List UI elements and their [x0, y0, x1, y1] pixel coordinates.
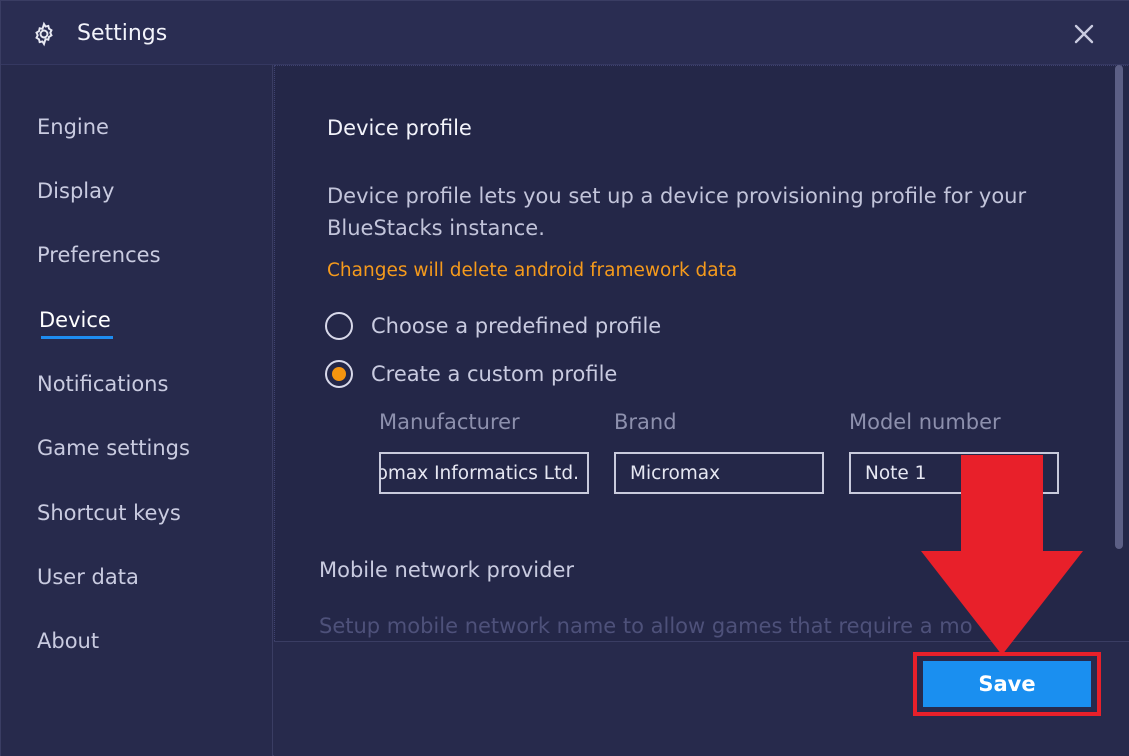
sidebar-item-device[interactable]: Device — [39, 308, 113, 339]
device-profile-description: Device profile lets you set up a device … — [327, 184, 1027, 240]
settings-content: Device profile Device profile lets you s… — [274, 65, 1129, 641]
settings-window: Settings Engine Display Preferences Devi… — [0, 0, 1129, 756]
settings-sidebar: Engine Display Preferences Device Notifi… — [1, 65, 273, 756]
radio-button[interactable] — [325, 312, 353, 340]
model-number-value: Note 1 — [865, 462, 927, 484]
model-number-input[interactable]: Note 1 — [849, 452, 1059, 494]
brand-label: Brand — [614, 410, 677, 434]
title-bar: Settings — [1, 1, 1129, 65]
framework-warning: Changes will delete android framework da… — [327, 260, 738, 281]
manufacturer-input[interactable]: omax Informatics Ltd. — [379, 452, 589, 494]
manufacturer-value: omax Informatics Ltd. — [379, 462, 579, 484]
brand-input[interactable]: Micromax — [614, 452, 824, 494]
radio-label: Create a custom profile — [371, 362, 618, 386]
radio-predefined-profile[interactable]: Choose a predefined profile — [325, 312, 661, 340]
brand-value: Micromax — [630, 462, 721, 484]
manufacturer-label: Manufacturer — [379, 410, 520, 434]
sidebar-item-preferences[interactable]: Preferences — [37, 243, 161, 267]
sidebar-item-engine[interactable]: Engine — [37, 115, 109, 139]
sidebar-item-shortcut-keys[interactable]: Shortcut keys — [37, 501, 181, 525]
mobile-network-description: Setup mobile network name to allow games… — [319, 614, 973, 638]
window-title: Settings — [77, 21, 168, 46]
save-button[interactable]: Save — [923, 661, 1091, 707]
device-profile-title: Device profile — [327, 116, 472, 140]
sidebar-item-display[interactable]: Display — [37, 179, 114, 203]
sidebar-item-about[interactable]: About — [37, 629, 99, 653]
sidebar-item-game-settings[interactable]: Game settings — [37, 436, 190, 460]
content-scrollbar[interactable] — [1115, 65, 1123, 549]
sidebar-item-notifications[interactable]: Notifications — [37, 372, 168, 396]
radio-label: Choose a predefined profile — [371, 314, 662, 338]
close-icon[interactable] — [1069, 19, 1099, 49]
mobile-network-title: Mobile network provider — [319, 558, 575, 582]
radio-custom-profile[interactable]: Create a custom profile — [325, 360, 617, 388]
model-number-label: Model number — [849, 410, 1001, 434]
radio-button-checked[interactable] — [325, 360, 353, 388]
sidebar-item-user-data[interactable]: User data — [37, 565, 139, 589]
gear-icon — [35, 21, 53, 47]
